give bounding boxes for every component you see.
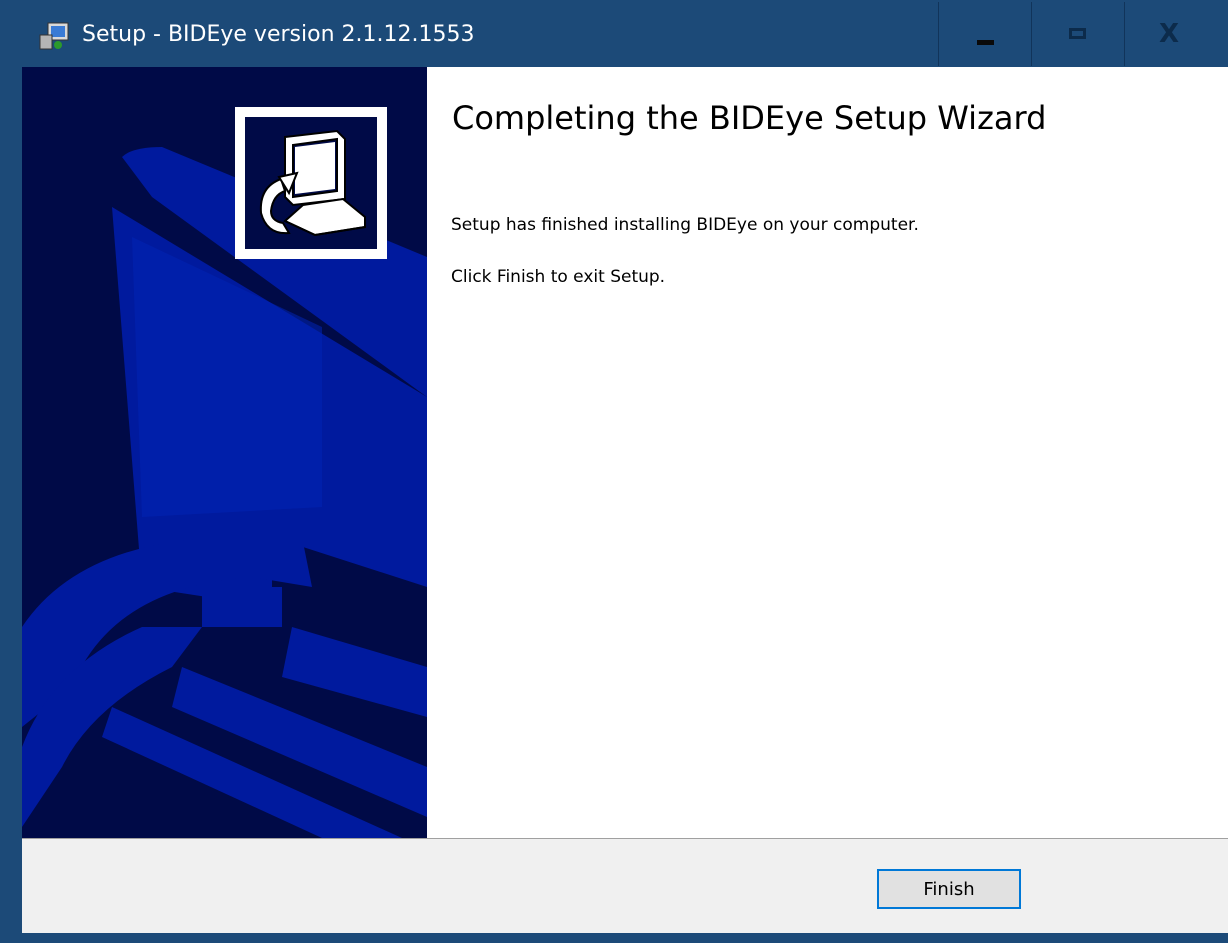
close-icon: X <box>1159 19 1180 49</box>
wizard-side-image <box>22 67 427 838</box>
wizard-logo-frame <box>235 107 387 259</box>
minimize-icon <box>977 40 994 45</box>
wizard-logo <box>245 117 377 249</box>
title-bar[interactable]: Setup - BIDEye version 2.1.12.1553 X <box>0 0 1228 66</box>
wizard-footer: Finish <box>22 839 1228 933</box>
window-border-bottom <box>0 933 1228 943</box>
setup-window: Setup - BIDEye version 2.1.12.1553 X Com… <box>0 0 1228 943</box>
maximize-button[interactable] <box>1031 2 1124 66</box>
finished-message: Setup has finished installing BIDEye on … <box>451 215 919 235</box>
computer-install-icon <box>259 129 366 237</box>
window-title: Setup - BIDEye version 2.1.12.1553 <box>82 22 475 47</box>
exit-instruction: Click Finish to exit Setup. <box>451 267 666 287</box>
window-border <box>0 66 22 943</box>
maximize-icon <box>1069 28 1086 39</box>
finish-button[interactable]: Finish <box>877 869 1021 909</box>
wizard-content: Completing the BIDEye Setup Wizard Setup… <box>427 67 1228 838</box>
installer-icon <box>39 22 69 50</box>
close-button[interactable]: X <box>1124 2 1228 66</box>
minimize-button[interactable] <box>938 2 1031 66</box>
wizard-heading: Completing the BIDEye Setup Wizard <box>452 99 1047 137</box>
